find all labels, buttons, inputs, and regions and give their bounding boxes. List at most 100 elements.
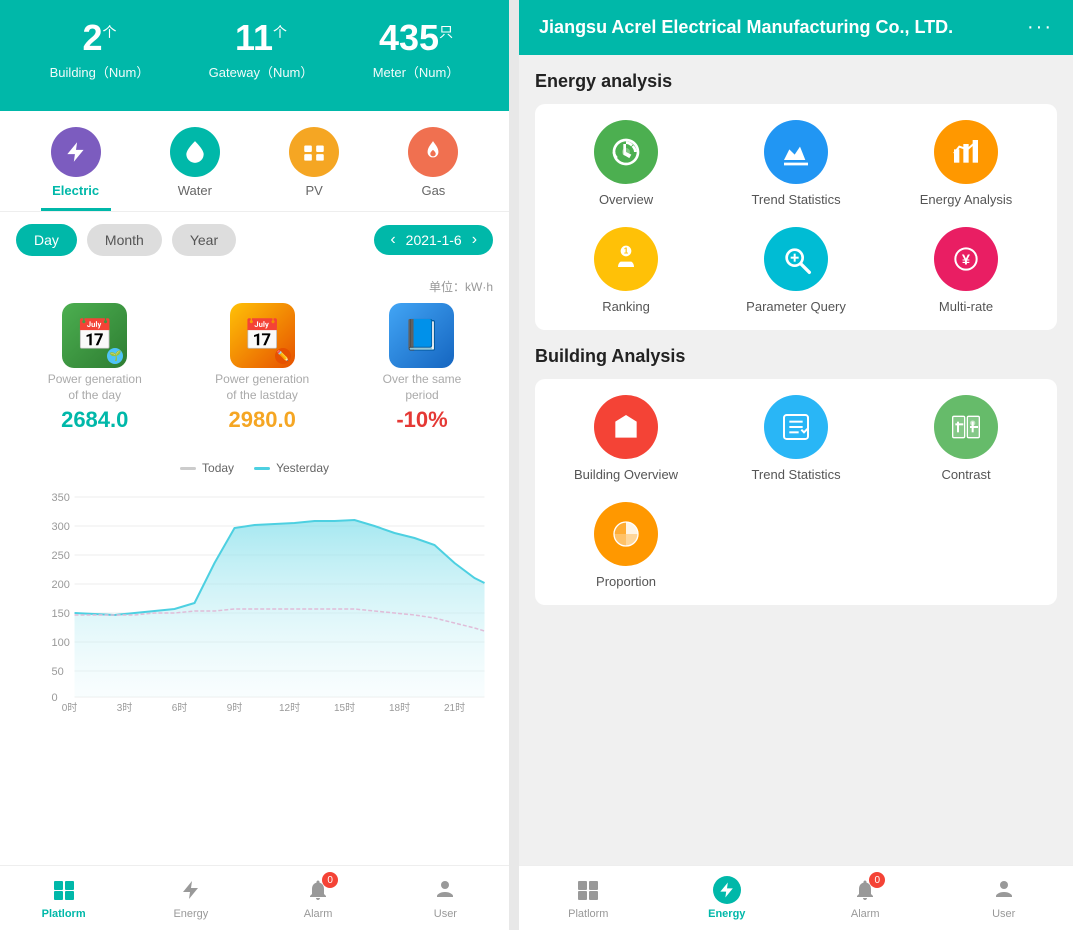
today-badge: 🌱 bbox=[107, 348, 123, 364]
alarm-icon: 0 bbox=[304, 876, 332, 904]
nav-energy-label: Energy bbox=[173, 908, 208, 920]
stat-card-today: 📅 🌱 Power generationof the day 2684.0 bbox=[48, 303, 142, 433]
param-query-icon bbox=[764, 227, 828, 291]
tab-water[interactable]: Water bbox=[160, 127, 230, 211]
bld-trend-label: Trend Statistics bbox=[751, 467, 840, 482]
right-nav-platform[interactable]: Platlorm bbox=[553, 876, 623, 920]
param-query-label: Parameter Query bbox=[746, 299, 846, 314]
building-count: 2个 bbox=[50, 20, 150, 56]
today-card-label: Power generationof the day bbox=[48, 372, 142, 403]
energy-analysis-label: Energy Analysis bbox=[920, 192, 1013, 207]
trend-stats-icon bbox=[764, 120, 828, 184]
multi-rate-label: Multi-rate bbox=[939, 299, 993, 314]
electric-icon bbox=[51, 127, 101, 177]
pv-icon bbox=[289, 127, 339, 177]
right-bottom-nav: Platlorm Energy 0 Alarm User bbox=[519, 865, 1073, 930]
gateway-stat: 11个 Gateway（Num） bbox=[209, 20, 314, 81]
energy-analysis-icon bbox=[934, 120, 998, 184]
analysis-proportion[interactable]: Proportion bbox=[551, 502, 701, 589]
chart-legend: Today Yesterday bbox=[16, 461, 493, 475]
legend-yesterday: Yesterday bbox=[254, 461, 329, 475]
analysis-trend-stats[interactable]: Trend Statistics bbox=[721, 120, 871, 207]
energy-analysis-grid: Overview Trend Statistics Energy Analysi… bbox=[535, 104, 1057, 330]
header-stats: 2个 Building（Num） 11个 Gateway（Num） 435只 M… bbox=[0, 0, 509, 111]
right-platform-icon bbox=[574, 876, 602, 904]
nav-alarm-label: Alarm bbox=[304, 908, 333, 920]
lastday-card-label: Power generationof the lastday bbox=[215, 372, 309, 403]
analysis-bld-trend[interactable]: Trend Statistics bbox=[721, 395, 871, 482]
svg-text:0时: 0时 bbox=[62, 702, 78, 713]
platform-icon bbox=[50, 876, 78, 904]
analysis-overview[interactable]: Overview bbox=[551, 120, 701, 207]
month-btn[interactable]: Month bbox=[87, 224, 162, 256]
chart-section: Today Yesterday 350 300 250 200 150 100 … bbox=[0, 449, 509, 865]
building-label: Building（Num） bbox=[50, 62, 150, 81]
building-analysis-grid: Building Overview Trend Statistics Contr… bbox=[535, 379, 1057, 605]
nav-alarm[interactable]: 0 Alarm bbox=[283, 876, 353, 920]
year-btn[interactable]: Year bbox=[172, 224, 236, 256]
proportion-icon bbox=[594, 502, 658, 566]
bld-overview-label: Building Overview bbox=[574, 467, 678, 482]
svg-text:150: 150 bbox=[52, 608, 70, 620]
analysis-bld-overview[interactable]: Building Overview bbox=[551, 395, 701, 482]
nav-platform-label: Platlorm bbox=[42, 908, 86, 920]
building-stat: 2个 Building（Num） bbox=[50, 20, 150, 81]
nav-platform[interactable]: Platlorm bbox=[29, 876, 99, 920]
next-date-btn[interactable]: › bbox=[468, 231, 481, 249]
legend-today: Today bbox=[180, 461, 234, 475]
chart-container: 350 300 250 200 150 100 50 0 bbox=[16, 483, 493, 713]
right-nav-alarm[interactable]: 0 Alarm bbox=[830, 876, 900, 920]
right-nav-energy[interactable]: Energy bbox=[692, 876, 762, 920]
left-bottom-nav: Platlorm Energy 0 Alarm User bbox=[0, 865, 509, 930]
nav-energy[interactable]: Energy bbox=[156, 876, 226, 920]
date-selector: Day Month Year ‹ 2021-1-6 › bbox=[0, 212, 509, 268]
legend-dot-yesterday bbox=[254, 467, 270, 470]
svg-text:¥: ¥ bbox=[962, 252, 971, 268]
alarm-badge: 0 bbox=[322, 872, 338, 888]
day-btn[interactable]: Day bbox=[16, 224, 77, 256]
tab-pv[interactable]: PV bbox=[279, 127, 349, 211]
svg-text:1: 1 bbox=[624, 247, 629, 256]
user-icon bbox=[431, 876, 459, 904]
svg-text:21时: 21时 bbox=[444, 702, 465, 713]
header-dots[interactable]: ··· bbox=[1027, 16, 1053, 39]
period-icon: 📘 bbox=[389, 303, 454, 368]
tab-electric[interactable]: Electric bbox=[41, 127, 111, 211]
overview-icon bbox=[594, 120, 658, 184]
date-navigation: ‹ 2021-1-6 › bbox=[374, 225, 493, 255]
analysis-energy[interactable]: Energy Analysis bbox=[891, 120, 1041, 207]
period-value: -10% bbox=[396, 407, 447, 433]
multi-rate-icon: ¥ bbox=[934, 227, 998, 291]
building-analysis-title: Building Analysis bbox=[535, 346, 1057, 367]
analysis-multi-rate[interactable]: ¥ Multi-rate bbox=[891, 227, 1041, 314]
legend-today-label: Today bbox=[202, 461, 234, 475]
proportion-label: Proportion bbox=[596, 574, 656, 589]
right-alarm-badge: 0 bbox=[869, 872, 885, 888]
water-icon bbox=[170, 127, 220, 177]
right-nav-platform-label: Platlorm bbox=[568, 908, 608, 920]
energy-icon bbox=[177, 876, 205, 904]
overview-label: Overview bbox=[599, 192, 653, 207]
gas-label: Gas bbox=[421, 183, 445, 198]
tab-gas[interactable]: Gas bbox=[398, 127, 468, 211]
today-value: 2684.0 bbox=[61, 407, 128, 433]
right-energy-icon bbox=[713, 876, 741, 904]
ranking-label: Ranking bbox=[602, 299, 650, 314]
nav-user[interactable]: User bbox=[410, 876, 480, 920]
analysis-param-query[interactable]: Parameter Query bbox=[721, 227, 871, 314]
trend-stats-label: Trend Statistics bbox=[751, 192, 840, 207]
ranking-icon: 1 bbox=[594, 227, 658, 291]
analysis-contrast[interactable]: Contrast bbox=[891, 395, 1041, 482]
svg-text:50: 50 bbox=[52, 666, 64, 678]
meter-label: Meter（Num） bbox=[373, 62, 460, 81]
right-nav-user[interactable]: User bbox=[969, 876, 1039, 920]
svg-text:300: 300 bbox=[52, 521, 70, 533]
prev-date-btn[interactable]: ‹ bbox=[386, 231, 399, 249]
svg-text:18时: 18时 bbox=[389, 702, 410, 713]
bld-trend-icon bbox=[764, 395, 828, 459]
stats-cards: 📅 🌱 Power generationof the day 2684.0 📅 … bbox=[16, 303, 493, 433]
right-panel: Jiangsu Acrel Electrical Manufacturing C… bbox=[519, 0, 1073, 930]
svg-text:9时: 9时 bbox=[227, 702, 243, 713]
period-card-label: Over the sameperiod bbox=[383, 372, 462, 403]
analysis-ranking[interactable]: 1 Ranking bbox=[551, 227, 701, 314]
